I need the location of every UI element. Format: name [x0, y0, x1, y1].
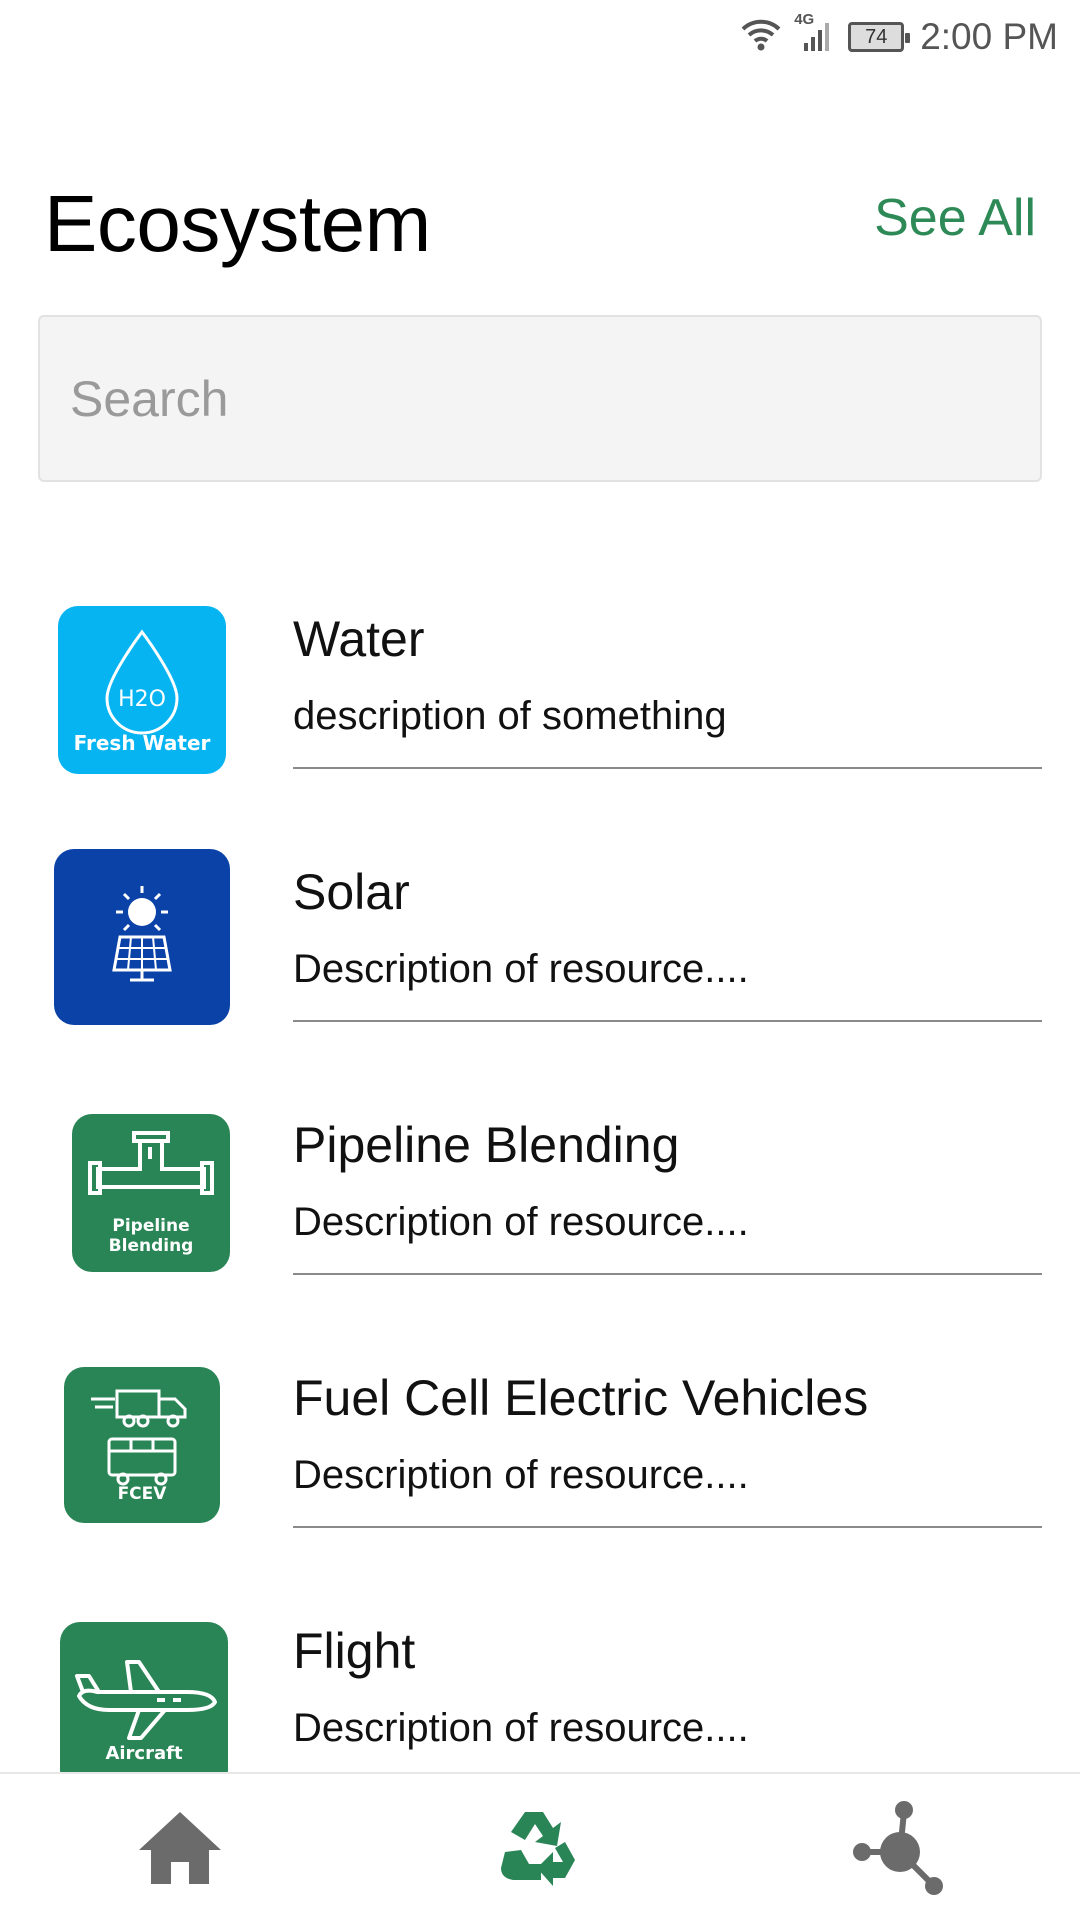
item-description: Description of resource.... [293, 1200, 749, 1244]
signal-icon: 4G [794, 11, 836, 58]
network-type-label: 4G [794, 10, 815, 28]
list-item-fcev[interactable]: FCEV Fuel Cell Electric Vehicles Descrip… [0, 1351, 1080, 1551]
icon-caption-line1: Pipeline [112, 1216, 190, 1237]
solar-panel-icon [54, 849, 230, 1025]
search-box[interactable] [38, 315, 1042, 482]
search-input[interactable] [40, 317, 1040, 480]
item-title: Water [293, 611, 425, 667]
fcev-icon: FCEV [64, 1367, 220, 1523]
icon-caption-line2: Blending [108, 1236, 194, 1256]
icon-caption: Fresh Water [73, 730, 211, 755]
item-description: Description of resource.... [293, 1453, 749, 1497]
wifi-icon [740, 17, 782, 58]
item-description: Description of resource.... [293, 947, 749, 991]
icon-caption: FCEV [117, 1484, 167, 1505]
nav-network-button[interactable] [720, 1774, 1080, 1920]
item-title: Solar [293, 864, 410, 920]
divider [293, 1020, 1042, 1022]
page-title: Ecosystem [44, 179, 431, 268]
icon-caption: Aircraft [105, 1742, 183, 1764]
item-title: Pipeline Blending [293, 1117, 680, 1173]
pipeline-icon: Pipeline Blending [72, 1114, 230, 1272]
fresh-water-icon: H2O Fresh Water [58, 606, 226, 774]
list-item-solar[interactable]: Solar Description of resource.... [0, 845, 1080, 1045]
divider [293, 767, 1042, 769]
item-description: description of something [293, 694, 727, 738]
item-description: Description of resource.... [293, 1706, 749, 1750]
list-item-water[interactable]: H2O Fresh Water Water description of som… [0, 592, 1080, 792]
list-item-pipeline-blending[interactable]: Pipeline Blending Pipeline Blending Desc… [0, 1098, 1080, 1298]
header: Ecosystem See All [0, 170, 1080, 280]
water-formula-text: H2O [118, 687, 166, 712]
recycle-icon [501, 1812, 575, 1886]
status-icons: 4G 74 2:00 PM [740, 11, 1058, 60]
divider [293, 1273, 1042, 1275]
divider [293, 1526, 1042, 1528]
aircraft-icon: Aircraft [60, 1622, 228, 1790]
see-all-link[interactable]: See All [874, 188, 1036, 248]
network-icon [853, 1801, 943, 1895]
battery-icon: 74 [848, 22, 911, 52]
status-bar: 4G 74 2:00 PM [0, 0, 1080, 75]
nav-home-button[interactable] [0, 1774, 360, 1920]
item-title: Flight [293, 1623, 416, 1679]
battery-level: 74 [865, 25, 888, 48]
bottom-nav [0, 1772, 1080, 1920]
status-time: 2:00 PM [920, 16, 1058, 57]
item-title: Fuel Cell Electric Vehicles [293, 1370, 869, 1426]
home-icon [139, 1812, 221, 1884]
nav-recycle-button[interactable] [360, 1774, 720, 1920]
